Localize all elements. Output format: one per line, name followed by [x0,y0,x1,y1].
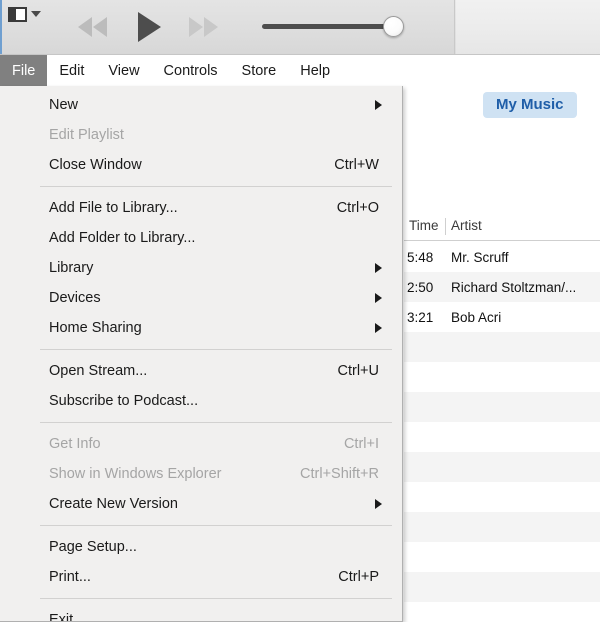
sidebar-view-toggle-button[interactable] [8,5,48,23]
menu-separator [40,422,392,423]
table-row[interactable]: 2:50 Richard Stoltzman/... [404,272,600,302]
menu-separator [40,598,392,599]
menu-item-label: Edit Playlist [49,127,124,143]
empty-row[interactable] [404,602,600,622]
table-row[interactable]: 3:21 Bob Acri [404,302,600,332]
menu-item-page-setup[interactable]: Page Setup... [0,532,402,562]
empty-row[interactable] [404,512,600,542]
chevron-right-icon [375,263,382,273]
track-list: 5:48 Mr. Scruff 2:50 Richard Stoltzman/.… [404,242,600,622]
menu-item-library[interactable]: Library [0,253,402,283]
table-row[interactable]: 5:48 Mr. Scruff [404,242,600,272]
chevron-right-icon [375,293,382,303]
menu-item-label: Devices [49,290,101,306]
empty-row[interactable] [404,422,600,452]
previous-button[interactable] [73,14,113,40]
menu-item-show-in-windows-explorer: Show in Windows Explorer Ctrl+Shift+R [0,459,402,489]
menubar-item-view[interactable]: View [96,55,151,86]
menu-item-shortcut: Ctrl+Shift+R [300,466,379,482]
menu-item-shortcut: Ctrl+U [337,363,380,379]
column-header-row: Time Artist [404,215,600,241]
empty-row[interactable] [404,332,600,362]
file-menu-items: New Edit Playlist Close Window Ctrl+W Add Fi… [0,86,402,621]
empty-row[interactable] [404,482,600,512]
track-time: 3:21 [407,309,434,325]
column-divider [445,218,446,235]
volume-slider[interactable] [262,14,407,40]
volume-slider-knob[interactable] [383,16,404,37]
empty-row[interactable] [404,392,600,422]
menu-item-label: Print... [49,569,91,585]
menu-item-label: Subscribe to Podcast... [49,393,199,409]
menu-item-exit[interactable]: Exit [0,605,402,622]
file-menu-dropdown: New Edit Playlist Close Window Ctrl+W Add Fi… [0,86,403,622]
empty-row[interactable] [404,542,600,572]
menu-item-label: Get Info [49,436,101,452]
menu-item-get-info: Get Info Ctrl+I [0,429,402,459]
window-left-accent [0,0,2,55]
chevron-right-icon [375,100,382,110]
menu-item-label: New [49,97,79,113]
transport-controls [73,7,223,47]
menu-item-label: Exit [49,612,74,622]
track-artist: Bob Acri [451,309,502,325]
menu-item-new[interactable]: New [0,90,402,120]
track-time: 5:48 [407,249,434,265]
chevron-down-icon [31,11,41,17]
menu-item-home-sharing[interactable]: Home Sharing [0,313,402,343]
track-artist: Richard Stoltzman/... [451,279,577,295]
track-time: 2:50 [407,279,434,295]
column-header-time[interactable]: Time [409,218,439,233]
menu-item-label: Show in Windows Explorer [49,466,222,482]
next-button[interactable] [183,14,223,40]
volume-slider-track [262,24,400,29]
toolbar-right-pane [456,0,600,55]
menu-item-label: Library [49,260,94,276]
empty-row[interactable] [404,362,600,392]
menubar-item-controls[interactable]: Controls [152,55,230,86]
empty-row[interactable] [404,572,600,602]
menu-item-label: Add File to Library... [49,200,178,216]
menu-item-shortcut: Ctrl+P [338,569,379,585]
menu-bar: File Edit View Controls Store Help [0,55,600,87]
menu-item-print[interactable]: Print... Ctrl+P [0,562,402,592]
menu-item-add-file-to-library[interactable]: Add File to Library... Ctrl+O [0,193,402,223]
menu-item-label: Add Folder to Library... [49,230,196,246]
menu-item-edit-playlist: Edit Playlist [0,120,402,150]
chevron-right-icon [375,323,382,333]
menu-item-shortcut: Ctrl+W [334,157,379,173]
menu-item-label: Page Setup... [49,539,137,555]
chevron-right-icon [375,499,382,509]
menu-item-shortcut: Ctrl+O [336,200,379,216]
track-artist: Mr. Scruff [451,249,509,265]
menu-separator [40,349,392,350]
menu-item-create-new-version[interactable]: Create New Version [0,489,402,519]
toolbar [0,0,600,55]
menu-item-label: Open Stream... [49,363,148,379]
sidebar-panel-icon [8,6,27,22]
menu-item-label: Create New Version [49,496,178,512]
column-header-artist[interactable]: Artist [451,218,482,233]
menu-item-label: Close Window [49,157,142,173]
tab-my-music[interactable]: My Music [483,92,577,118]
menu-item-label: Home Sharing [49,320,142,336]
menu-separator [40,525,392,526]
play-button[interactable] [132,10,164,44]
menu-item-close-window[interactable]: Close Window Ctrl+W [0,150,402,180]
menubar-item-store[interactable]: Store [230,55,289,86]
itunes-window: Time Artist 5:48 Mr. Scruff 2:50 Richard… [0,0,600,622]
menubar-item-help[interactable]: Help [288,55,342,86]
menu-item-add-folder-to-library[interactable]: Add Folder to Library... [0,223,402,253]
empty-row[interactable] [404,452,600,482]
menu-item-open-stream[interactable]: Open Stream... Ctrl+U [0,356,402,386]
empty-rows [404,332,600,622]
menu-item-shortcut: Ctrl+I [343,436,379,452]
menu-item-subscribe-to-podcast[interactable]: Subscribe to Podcast... [0,386,402,416]
menubar-item-edit[interactable]: Edit [47,55,96,86]
menu-separator [40,186,392,187]
menubar-item-file[interactable]: File [0,55,48,86]
menu-item-devices[interactable]: Devices [0,283,402,313]
